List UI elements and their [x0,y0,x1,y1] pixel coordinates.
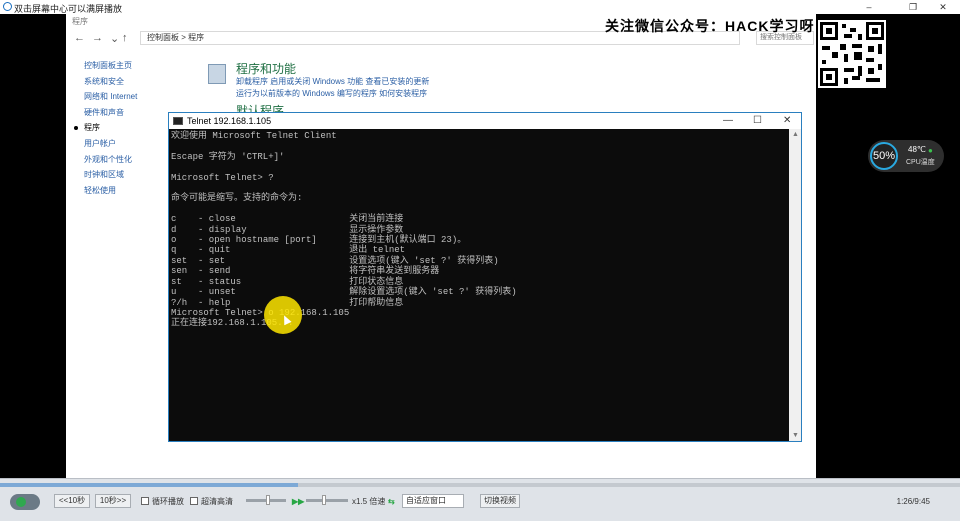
links-line-1[interactable]: 卸载程序 启用或关闭 Windows 功能 查看已安装的更新 [236,76,429,88]
console-line: Escape 字符为 'CTRL+]' [171,151,285,162]
sidebar-item-appearance[interactable]: 外观和个性化 [84,152,137,168]
console-line: o - open hostname [port] 连接到主机(默认端口 23)。 [171,235,467,246]
console-line: 命令可能是缩写。支持的命令为: [171,193,303,204]
history-chevron-icon[interactable]: ⌄ [110,32,119,45]
sidebar-item-ease[interactable]: 轻松使用 [84,183,137,199]
cp-window-title: 程序 [72,17,88,26]
cpu-temp-widget[interactable]: 50% 48℃ ● CPU温度 [868,140,944,172]
window-mode-select[interactable]: 自适应窗口 [402,494,464,508]
console-line: d - display 显示操作参数 [171,224,404,235]
console-line: set - set 设置选项(键入 'set ?' 获得列表) [171,255,499,266]
maximize-icon[interactable]: ❐ [900,0,926,14]
controls-row: <<10秒 10秒>> 循环播放 超清高清 ▶▶ x1.5 倍速 ⇆ 自适应窗口… [0,493,960,513]
forward-arrow-icon[interactable]: → [92,32,103,44]
telnet-titlebar[interactable]: Telnet 192.168.1.105 — ☐ ✕ [169,113,801,129]
speed-slider[interactable] [306,499,348,502]
console-line: Microsoft Telnet> o 192.168.1.105 [171,307,350,318]
switch-video-button[interactable]: 切换视频 [480,494,520,508]
telnet-scrollbar[interactable]: ▲ ▼ [789,129,801,441]
telnet-window[interactable]: Telnet 192.168.1.105 — ☐ ✕ 欢迎使用 Microsof… [168,112,802,442]
cp-sidebar: 控制面板主页 系统和安全 网络和 Internet 硬件和声音 程序 用户帐户 … [84,58,137,198]
back-arrow-icon[interactable]: ← [74,32,85,44]
play-pause-icon[interactable] [10,494,40,510]
speed-label: x1.5 倍速 [352,497,386,506]
telnet-console-output[interactable]: 欢迎使用 Microsoft Telnet Client Escape 字符为 … [171,131,517,329]
seek-bar[interactable] [0,479,960,491]
sidebar-item-clock[interactable]: 时钟和区域 [84,167,137,183]
forward-10-button[interactable]: 10秒>> [95,494,131,508]
seek-progress [0,483,298,487]
sidebar-item-hardware[interactable]: 硬件和声音 [84,105,137,121]
volume-knob[interactable] [266,495,270,505]
up-arrow-icon[interactable]: ↑ [122,32,128,44]
console-line: sen - send 将字符串发送到服务器 [171,266,440,277]
telnet-minimize-icon[interactable]: — [723,115,733,126]
console-line: Microsoft Telnet> ? [171,172,274,183]
rewind-10-button[interactable]: <<10秒 [54,494,90,508]
loop-label: 循环播放 [152,497,184,506]
time-display: 1:26/9:45 [896,497,930,506]
telnet-close-icon[interactable]: ✕ [783,115,791,126]
cpu-label: CPU温度 [906,159,935,166]
sidebar-item-home[interactable]: 控制面板主页 [84,58,137,74]
links-line-2[interactable]: 运行为以前版本的 Windows 编写的程序 如何安装程序 [236,88,429,100]
cpu-temp: 48℃ [908,145,926,154]
leaf-icon: ● [928,146,933,155]
hq-checkbox[interactable] [190,497,198,505]
minimize-icon[interactable]: – [856,0,882,14]
window-mode-icon: ⇆ [388,497,395,506]
speed-knob[interactable] [322,495,326,505]
sidebar-item-programs[interactable]: 程序 [84,120,137,136]
console-line: u - unset 解除设置选项(键入 'set ?' 获得列表) [171,287,517,298]
sidebar-item-network[interactable]: 网络和 Internet [84,89,137,105]
telnet-title: Telnet 192.168.1.105 [187,116,272,126]
section-programs-title[interactable]: 程序和功能 [236,60,296,77]
sidebar-item-security[interactable]: 系统和安全 [84,74,137,90]
console-line: q - quit 退出 telnet [171,245,406,256]
console-line: st - status 打印状态信息 [171,276,404,287]
console-icon [173,117,183,125]
scroll-up-icon[interactable]: ▲ [792,131,799,138]
promo-overlay-text: 关注微信公众号：HACK学习呀 [605,18,815,34]
qr-code-image [818,20,886,88]
speed-arrows-icon[interactable]: ▶▶ [292,497,304,506]
console-line: 正在连接192.168.1.105... [171,318,294,329]
telnet-maximize-icon[interactable]: ☐ [753,115,762,126]
player-titlebar: 双击屏幕中心可以满屏播放 – ❐ ✕ [0,0,960,14]
close-icon[interactable]: ✕ [930,0,956,14]
sidebar-item-accounts[interactable]: 用户帐户 [84,136,137,152]
player-controls: <<10秒 10秒>> 循环播放 超清高清 ▶▶ x1.5 倍速 ⇆ 自适应窗口… [0,478,960,521]
programs-icon [208,64,226,84]
hq-label: 超清高清 [201,497,233,506]
console-line: c - close 关闭当前连接 [171,214,404,225]
cpu-percent: 50% [870,142,898,170]
player-app-icon [3,2,12,11]
loop-checkbox[interactable] [141,497,149,505]
console-line: ?/h - help 打印帮助信息 [171,297,404,308]
section-programs-links: 卸载程序 启用或关闭 Windows 功能 查看已安装的更新 运行为以前版本的 … [236,76,429,100]
scroll-down-icon[interactable]: ▼ [792,432,799,439]
console-line: 欢迎使用 Microsoft Telnet Client [171,131,337,141]
